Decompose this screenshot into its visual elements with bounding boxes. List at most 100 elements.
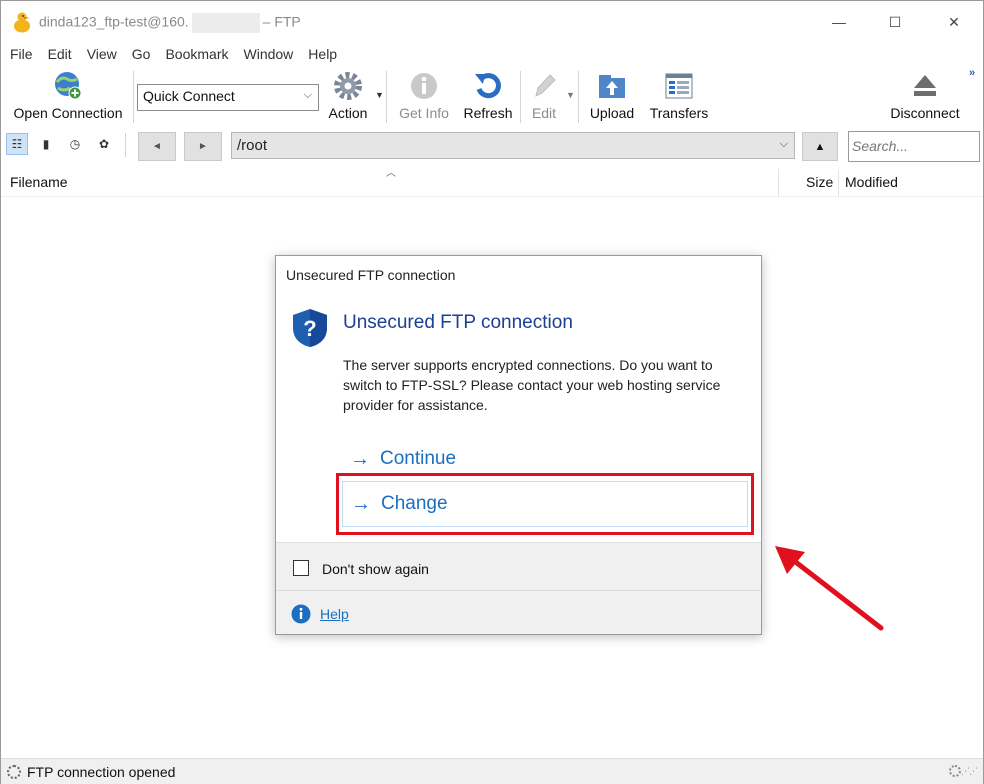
edit-button[interactable]: Edit [523, 67, 565, 125]
window-title-suffix: – FTP [262, 13, 301, 30]
bookmarks-view-icon[interactable]: ▮ [35, 133, 57, 155]
disconnect-button[interactable]: Disconnect [883, 67, 967, 125]
open-connection-label: Open Connection [13, 105, 123, 121]
toolbar-separator [578, 71, 579, 123]
column-modified[interactable]: Modified [845, 174, 898, 190]
annotation-arrow-icon [775, 546, 884, 631]
unsecured-ftp-dialog: Unsecured FTP connection ? Unsecured FTP… [275, 255, 762, 635]
maximize-button[interactable]: ☐ [867, 1, 923, 43]
upload-folder-icon [599, 75, 625, 98]
menu-go[interactable]: Go [132, 43, 151, 65]
up-arrow-icon: ▲ [814, 140, 826, 153]
title-bar: dinda123_ftp-test@160. – FTP — ☐ ✕ [1, 1, 983, 43]
forward-arrow-icon: ► [198, 141, 208, 152]
dialog-footer: Don't show again Help [276, 542, 761, 634]
transfers-list-icon [665, 73, 693, 99]
refresh-button[interactable]: Refresh [457, 67, 519, 125]
parent-directory-button[interactable]: ▲ [802, 132, 838, 161]
eject-icon [914, 75, 936, 96]
upload-button[interactable]: Upload [584, 67, 640, 125]
history-clock-icon[interactable]: ◷ [64, 133, 86, 155]
edit-dropdown-icon[interactable]: ▼ [566, 90, 575, 100]
annotation-highlight-box [336, 473, 754, 535]
activity-spinner-icon [949, 765, 961, 777]
toolbar-separator [133, 71, 134, 123]
transfers-button[interactable]: Transfers [645, 67, 713, 125]
column-size[interactable]: Size [806, 174, 833, 190]
minimize-button[interactable]: — [811, 1, 867, 43]
get-info-label: Get Info [399, 105, 449, 121]
path-select[interactable]: /root ⌵ [231, 132, 795, 159]
resize-grip-icon[interactable]: ⋰⋰ [961, 766, 978, 777]
continue-label: Continue [380, 448, 457, 469]
menu-bar: File Edit View Go Bookmark Window Help [1, 43, 983, 65]
column-divider[interactable] [838, 169, 839, 197]
refresh-label: Refresh [463, 105, 513, 121]
action-label: Action [328, 105, 368, 121]
dialog-heading: Unsecured FTP connection [343, 312, 573, 333]
sort-ascending-icon: ︿ [386, 168, 396, 179]
bonjour-network-icon[interactable]: ✿ [93, 133, 115, 155]
menu-window[interactable]: Window [244, 43, 294, 65]
column-divider[interactable] [778, 169, 779, 197]
back-arrow-icon: ◄ [152, 141, 162, 152]
status-text: FTP connection opened [27, 764, 176, 780]
status-bar: FTP connection opened ⋰⋰ [1, 758, 983, 784]
gear-icon [334, 72, 362, 100]
open-connection-button[interactable]: Open Connection [5, 67, 131, 125]
transfers-label: Transfers [649, 105, 709, 121]
browser-view-icon[interactable]: ☷ [6, 133, 28, 155]
quick-connect-value: Quick Connect [143, 88, 235, 104]
search-placeholder: Search... [852, 138, 909, 154]
minimize-icon: — [832, 14, 846, 30]
chevron-down-icon: ⌵ [779, 138, 788, 150]
toolbar-separator [125, 133, 126, 157]
edit-label: Edit [531, 105, 557, 121]
arrow-right-icon: → [350, 447, 370, 470]
window-title-prefix: dinda123_ftp-test@160. [39, 13, 189, 30]
menu-view[interactable]: View [87, 43, 117, 65]
dont-show-again-checkbox[interactable] [293, 560, 309, 576]
info-disabled-icon [411, 73, 437, 99]
dialog-window-title: Unsecured FTP connection [286, 267, 456, 283]
toolbar-separator [520, 71, 521, 123]
back-button[interactable]: ◄ [138, 132, 176, 161]
upload-label: Upload [589, 105, 635, 121]
dialog-message: The server supports encrypted connection… [343, 357, 721, 413]
close-button[interactable]: ✕ [926, 1, 982, 43]
globe-plus-icon [55, 72, 82, 100]
window-title: dinda123_ftp-test@160. – FTP [39, 13, 301, 33]
path-bar: ☷ ▮ ◷ ✿ ◄ ► /root ⌵ ▲ Search... [1, 128, 983, 164]
menu-help[interactable]: Help [308, 43, 337, 65]
dont-show-again-label[interactable]: Don't show again [322, 561, 429, 577]
shield-question-icon: ? [293, 309, 327, 347]
path-value: /root [237, 137, 268, 154]
disconnect-label: Disconnect [890, 105, 960, 121]
menu-bookmark[interactable]: Bookmark [165, 43, 228, 65]
file-list-header: ︿ Filename Size Modified [1, 167, 983, 197]
info-icon [291, 604, 311, 624]
chevron-down-icon: ⌵ [303, 89, 312, 101]
toolbar-overflow-icon[interactable]: » [969, 67, 975, 79]
toolbar-separator [386, 71, 387, 123]
refresh-icon [475, 73, 501, 99]
close-icon: ✕ [948, 13, 960, 30]
footer-divider [276, 590, 761, 591]
app-window: dinda123_ftp-test@160. – FTP — ☐ ✕ File E… [0, 0, 984, 784]
pencil-disabled-icon [535, 74, 556, 97]
search-input[interactable]: Search... [848, 131, 980, 162]
help-link[interactable]: Help [320, 606, 349, 622]
action-dropdown-icon[interactable]: ▼ [375, 90, 384, 100]
spinner-icon [7, 765, 21, 779]
forward-button[interactable]: ► [184, 132, 222, 161]
column-filename[interactable]: Filename [10, 174, 68, 190]
get-info-button[interactable]: Get Info [391, 67, 457, 125]
menu-edit[interactable]: Edit [48, 43, 72, 65]
duck-app-icon [14, 12, 30, 33]
maximize-icon: ☐ [888, 13, 902, 30]
toolbar: Open Connection Quick Connect ⌵ Action ▼… [1, 67, 983, 125]
quick-connect-select[interactable]: Quick Connect ⌵ [137, 84, 319, 111]
action-button[interactable]: Action [321, 67, 375, 125]
menu-file[interactable]: File [10, 43, 33, 65]
svg-text:?: ? [303, 316, 316, 341]
